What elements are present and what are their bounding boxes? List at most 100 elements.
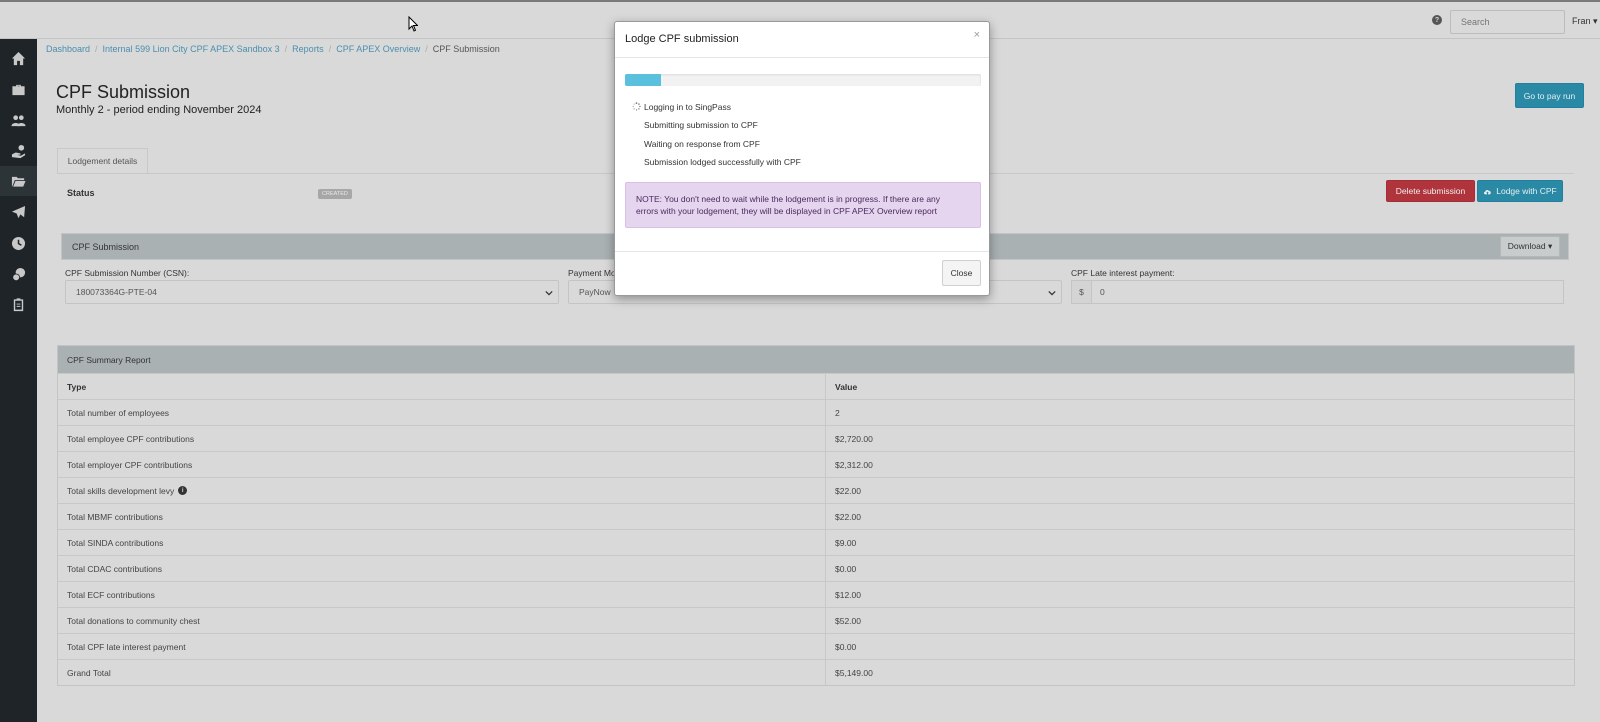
breadcrumb: Dashboard / Internal 599 Lion City CPF A… bbox=[46, 44, 500, 54]
payment-method-value: PayNow bbox=[579, 287, 611, 297]
clock-icon[interactable] bbox=[0, 228, 37, 258]
breadcrumb-business[interactable]: Internal 599 Lion City CPF APEX Sandbox … bbox=[103, 44, 280, 54]
row-type: Total skills development levy bbox=[67, 485, 175, 496]
summary-title: CPF Summary Report bbox=[58, 346, 1574, 373]
table-row: Total MBMF contributions $22.00 bbox=[58, 503, 1574, 529]
modal-header: Lodge CPF submission × bbox=[615, 22, 989, 58]
note-alert: NOTE: You don't need to wait while the l… bbox=[625, 182, 981, 228]
table-header-row: Type Value bbox=[58, 373, 1574, 399]
panel-title: CPF Submission bbox=[72, 242, 140, 252]
row-type: Total employer CPF contributions bbox=[58, 452, 826, 477]
plane-icon[interactable] bbox=[0, 197, 37, 227]
spinner-icon bbox=[632, 102, 641, 111]
note-line-1: NOTE: You don't need to wait while the l… bbox=[636, 194, 941, 204]
step-lodged: Submission lodged successfully with CPF bbox=[644, 157, 801, 167]
briefcase-icon[interactable] bbox=[0, 74, 37, 104]
progress-bar bbox=[625, 74, 981, 86]
row-type: Total SINDA contributions bbox=[58, 530, 826, 555]
status-badge: CREATED bbox=[318, 189, 352, 199]
row-value: $9.00 bbox=[835, 537, 857, 548]
row-type: Total employee CPF contributions bbox=[58, 426, 826, 451]
help-icon[interactable]: ? bbox=[1432, 15, 1442, 25]
row-value: $5,149.00 bbox=[835, 667, 873, 678]
row-type: Total CPF late interest payment bbox=[58, 634, 826, 659]
progress-bar-fill bbox=[625, 74, 661, 86]
row-value: $22.00 bbox=[835, 485, 861, 496]
row-type: Total CDAC contributions bbox=[58, 556, 826, 581]
table-row: Total CDAC contributions $0.00 bbox=[58, 555, 1574, 581]
user-menu[interactable]: Fran ▾ bbox=[1572, 16, 1598, 27]
table-row: Total employer CPF contributions $2,312.… bbox=[58, 451, 1574, 477]
breadcrumb-separator: / bbox=[95, 44, 98, 54]
csn-label: CPF Submission Number (CSN): bbox=[65, 268, 190, 278]
coins-icon[interactable] bbox=[0, 259, 37, 289]
table-row: Total donations to community chest $52.0… bbox=[58, 607, 1574, 633]
close-button[interactable]: Close bbox=[942, 260, 981, 286]
tab-lodgement-details[interactable]: Lodgement details bbox=[57, 148, 148, 173]
breadcrumb-current: CPF Submission bbox=[432, 44, 500, 54]
breadcrumb-cpf-apex-overview[interactable]: CPF APEX Overview bbox=[336, 44, 420, 54]
sidebar bbox=[0, 39, 37, 722]
currency-addon: $ bbox=[1071, 280, 1092, 304]
chevron-down-icon bbox=[545, 290, 553, 296]
breadcrumb-separator: / bbox=[328, 44, 332, 54]
table-row: Total employee CPF contributions $2,720.… bbox=[58, 425, 1574, 451]
row-value: $12.00 bbox=[835, 589, 861, 600]
row-value: $52.00 bbox=[835, 615, 861, 626]
row-value: $0.00 bbox=[835, 641, 857, 652]
modal-title: Lodge CPF submission bbox=[625, 33, 739, 45]
hand-money-icon[interactable] bbox=[0, 136, 37, 166]
close-icon[interactable]: × bbox=[974, 29, 980, 41]
delete-submission-button[interactable]: Delete submission bbox=[1386, 180, 1475, 202]
modal-footer-divider bbox=[615, 251, 989, 252]
page-title: CPF Submission bbox=[56, 82, 191, 102]
note-line-2: errors with your lodgement, they will be… bbox=[636, 206, 937, 216]
user-name: Fran bbox=[1572, 16, 1591, 26]
step-logging-in: Logging in to SingPass bbox=[644, 102, 731, 112]
download-dropdown-button[interactable]: Download ▾ bbox=[1500, 236, 1560, 257]
step-waiting: Waiting on response from CPF bbox=[644, 139, 760, 149]
column-header-value: Value bbox=[835, 381, 858, 392]
mouse-cursor-icon bbox=[408, 16, 418, 32]
row-type: Total MBMF contributions bbox=[58, 504, 826, 529]
folder-open-icon[interactable] bbox=[0, 166, 37, 196]
cloud-upload-icon bbox=[1484, 189, 1492, 194]
row-value: $2,720.00 bbox=[835, 433, 873, 444]
breadcrumb-separator: / bbox=[284, 44, 288, 54]
breadcrumb-dashboard[interactable]: Dashboard bbox=[46, 44, 90, 54]
row-value: $0.00 bbox=[835, 563, 857, 574]
table-row: Total number of employees 2 bbox=[58, 399, 1574, 425]
info-icon[interactable]: i bbox=[178, 486, 188, 495]
row-type: Total number of employees bbox=[58, 400, 826, 425]
lodge-with-cpf-button[interactable]: Lodge with CPF bbox=[1477, 180, 1563, 202]
clipboard-icon[interactable] bbox=[0, 289, 37, 319]
csn-select[interactable]: 180073364G-PTE-04 bbox=[65, 280, 559, 304]
chevron-down-icon bbox=[1048, 290, 1056, 296]
status-label: Status bbox=[67, 188, 95, 198]
table-row: Total SINDA contributions $9.00 bbox=[58, 529, 1574, 555]
breadcrumb-separator: / bbox=[425, 44, 428, 54]
home-icon[interactable] bbox=[0, 43, 37, 73]
late-interest-label: CPF Late interest payment: bbox=[1071, 268, 1175, 278]
table-row: Grand Total $5,149.00 bbox=[58, 659, 1574, 685]
table-row: Total CPF late interest payment $0.00 bbox=[58, 633, 1574, 659]
table-row: Total ECF contributions $12.00 bbox=[58, 581, 1574, 607]
go-to-pay-run-button[interactable]: Go to pay run bbox=[1515, 83, 1584, 108]
payment-method-label: Payment Mo bbox=[568, 268, 616, 278]
page-subtitle: Monthly 2 - period ending November 2024 bbox=[56, 104, 262, 116]
row-type: Total ECF contributions bbox=[58, 582, 826, 607]
people-icon[interactable] bbox=[0, 105, 37, 135]
step-submitting: Submitting submission to CPF bbox=[644, 120, 758, 130]
breadcrumb-reports[interactable]: Reports bbox=[292, 44, 324, 54]
column-header-type: Type bbox=[58, 374, 826, 399]
lodge-with-cpf-label: Lodge with CPF bbox=[1496, 186, 1557, 196]
row-type: Total donations to community chest bbox=[58, 608, 826, 633]
late-interest-input[interactable]: 0 bbox=[1091, 280, 1564, 304]
row-type: Grand Total bbox=[58, 660, 826, 685]
row-type-cell: Total skills development levy i bbox=[58, 478, 826, 503]
search-input[interactable] bbox=[1450, 10, 1565, 34]
table-row: Total skills development levy i $22.00 bbox=[58, 477, 1574, 503]
csn-value: 180073364G-PTE-04 bbox=[76, 287, 157, 297]
cpf-summary-report: CPF Summary Report Type Value Total numb… bbox=[57, 345, 1575, 686]
row-value: $2,312.00 bbox=[835, 459, 873, 470]
